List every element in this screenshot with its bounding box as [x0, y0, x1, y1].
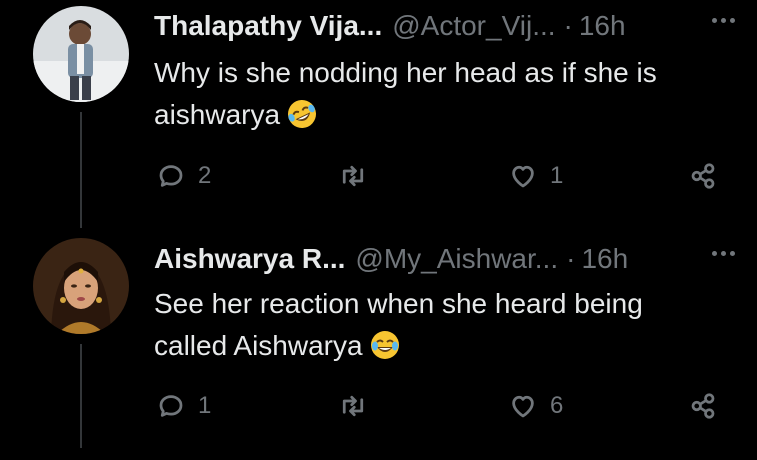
- heart-icon: [512, 395, 534, 418]
- tweet-header: Thalapathy Vija... @Actor_Vij... · 16h: [154, 8, 757, 44]
- user-handle[interactable]: @My_Aishwar...: [355, 243, 558, 275]
- display-name[interactable]: Aishwarya R...: [154, 243, 345, 275]
- share-icon: [691, 163, 715, 189]
- tweet-text: See her reaction when she heard being ca…: [154, 283, 717, 367]
- tweet-header: Aishwarya R... @My_Aishwar... · 16h: [154, 241, 757, 277]
- avatar[interactable]: [33, 238, 129, 334]
- reply-button[interactable]: 1: [156, 388, 211, 424]
- user-handle[interactable]: @Actor_Vij...: [392, 10, 555, 42]
- more-options-icon[interactable]: [712, 18, 735, 23]
- display-name[interactable]: Thalapathy Vija...: [154, 10, 382, 42]
- retweet-button[interactable]: [338, 158, 380, 194]
- tweet-2[interactable]: Aishwarya R... @My_Aishwar... · 16h See …: [0, 228, 757, 460]
- share-icon: [691, 393, 715, 419]
- reply-count: 2: [198, 162, 212, 189]
- tweet-text: Why is she nodding her head as if she is…: [154, 52, 717, 136]
- tweet-actions: 1 6: [0, 388, 757, 424]
- share-button[interactable]: [688, 388, 718, 424]
- share-button[interactable]: [688, 158, 718, 194]
- tweet-text-content: Why is she nodding her head as if she is…: [154, 57, 657, 130]
- separator-dot: ·: [566, 243, 576, 274]
- like-button[interactable]: 1: [508, 158, 563, 194]
- more-options-icon[interactable]: [712, 251, 735, 256]
- reply-icon: [159, 165, 183, 187]
- retweet-icon: [342, 395, 364, 417]
- timestamp[interactable]: 16h: [579, 10, 626, 42]
- reply-icon: [159, 395, 183, 417]
- reply-button[interactable]: 2: [156, 158, 211, 194]
- timestamp[interactable]: 16h: [581, 243, 628, 275]
- reply-count: 1: [198, 392, 212, 419]
- separator-dot: ·: [563, 10, 573, 41]
- avatar[interactable]: [33, 6, 129, 102]
- like-count: 6: [550, 392, 564, 419]
- retweet-button[interactable]: [338, 388, 380, 424]
- retweet-icon: [342, 165, 364, 187]
- like-button[interactable]: 6: [508, 388, 563, 424]
- tweet-actions: 2 1: [0, 158, 757, 194]
- face-with-tears-of-joy-icon: [369, 329, 401, 361]
- rolling-on-floor-laughing-icon: [286, 98, 318, 130]
- tweet-1[interactable]: Thalapathy Vija... @Actor_Vij... · 16h W…: [0, 0, 757, 228]
- like-count: 1: [550, 162, 564, 189]
- heart-icon: [512, 165, 534, 188]
